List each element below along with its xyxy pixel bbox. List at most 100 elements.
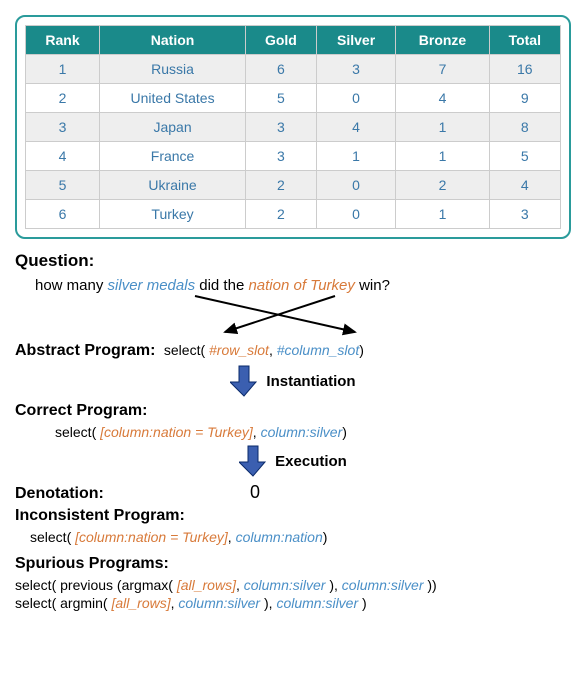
- th-total: Total: [489, 26, 560, 55]
- q-silver: silver medals: [108, 277, 196, 294]
- cell-silver: 0: [316, 200, 396, 229]
- th-gold: Gold: [246, 26, 317, 55]
- cell-rank: 1: [26, 55, 100, 84]
- table-row: 2United States5049: [26, 84, 561, 113]
- th-silver: Silver: [316, 26, 396, 55]
- instantiation-row: Instantiation: [15, 364, 571, 398]
- q-post: win?: [355, 277, 390, 294]
- cell-total: 9: [489, 84, 560, 113]
- ip-comma: ,: [228, 529, 236, 545]
- cell-silver: 4: [316, 113, 396, 142]
- cp-pre: select(: [55, 424, 100, 440]
- cell-rank: 4: [26, 142, 100, 171]
- q-mid: did the: [195, 277, 248, 294]
- cell-rank: 3: [26, 113, 100, 142]
- cp-comma: ,: [253, 424, 261, 440]
- cell-nation: United States: [100, 84, 246, 113]
- sp1-c2: column:silver: [342, 577, 424, 593]
- cell-nation: Turkey: [100, 200, 246, 229]
- cell-total: 8: [489, 113, 560, 142]
- spurious-label: Spurious Programs:: [15, 555, 169, 573]
- sp2-t1: select( argmin(: [15, 595, 111, 611]
- ap-rowslot: #row_slot: [209, 342, 269, 358]
- inconsistent-label: Inconsistent Program:: [15, 507, 185, 525]
- cell-gold: 2: [246, 171, 317, 200]
- ap-colslot: #column_slot: [277, 342, 360, 358]
- cell-bronze: 4: [396, 84, 489, 113]
- correct-program-label-line: Correct Program:: [15, 402, 571, 420]
- cell-total: 16: [489, 55, 560, 84]
- cp-row: [column:nation = Turkey]: [100, 424, 253, 440]
- inconsistent-label-line: Inconsistent Program:: [15, 507, 571, 525]
- cell-bronze: 7: [396, 55, 489, 84]
- question-text: how many silver medals did the nation of…: [35, 277, 571, 294]
- ap-close: ): [359, 342, 364, 358]
- ip-col: column:nation: [236, 529, 323, 545]
- sp1-t1: select( previous (argmax(: [15, 577, 177, 593]
- cell-gold: 6: [246, 55, 317, 84]
- spurious-label-line: Spurious Programs:: [15, 555, 571, 573]
- q-pre: how many: [35, 277, 108, 294]
- cell-total: 5: [489, 142, 560, 171]
- correct-program-code: select( [column:nation = Turkey], column…: [55, 424, 571, 440]
- sp1-t2: ,: [236, 577, 244, 593]
- cell-rank: 2: [26, 84, 100, 113]
- cell-nation: Russia: [100, 55, 246, 84]
- q-turkey: nation of Turkey: [248, 277, 354, 294]
- down-arrow-icon: [230, 364, 258, 398]
- spurious-line-1: select( previous (argmax( [all_rows], co…: [15, 577, 571, 593]
- th-bronze: Bronze: [396, 26, 489, 55]
- inconsistent-code: select( [column:nation = Turkey], column…: [30, 529, 571, 545]
- cell-rank: 5: [26, 171, 100, 200]
- ip-close: ): [323, 529, 328, 545]
- cell-gold: 5: [246, 84, 317, 113]
- instantiation-label: Instantiation: [266, 373, 355, 390]
- denotation-value: 0: [250, 482, 260, 503]
- question-label: Question:: [15, 251, 571, 271]
- cell-bronze: 2: [396, 171, 489, 200]
- cell-rank: 6: [26, 200, 100, 229]
- ap-comma: ,: [269, 342, 277, 358]
- cell-total: 4: [489, 171, 560, 200]
- ip-row: [column:nation = Turkey]: [75, 529, 228, 545]
- th-rank: Rank: [26, 26, 100, 55]
- execution-label: Execution: [275, 453, 347, 470]
- table-row: 6Turkey2013: [26, 200, 561, 229]
- down-arrow-icon: [239, 444, 267, 478]
- spurious-line-2: select( argmin( [all_rows], column:silve…: [15, 595, 571, 611]
- table-row: 3Japan3418: [26, 113, 561, 142]
- sp2-all: [all_rows]: [111, 595, 170, 611]
- cell-silver: 1: [316, 142, 396, 171]
- cell-total: 3: [489, 200, 560, 229]
- cell-nation: Japan: [100, 113, 246, 142]
- cell-silver: 0: [316, 84, 396, 113]
- cell-bronze: 1: [396, 113, 489, 142]
- sp2-t3: ),: [260, 595, 276, 611]
- ap-pre: select(: [164, 342, 209, 358]
- cell-silver: 3: [316, 55, 396, 84]
- execution-row: Execution: [15, 444, 571, 478]
- abstract-label: Abstract Program:: [15, 342, 160, 360]
- table-row: 1Russia63716: [26, 55, 561, 84]
- sp1-all: [all_rows]: [177, 577, 236, 593]
- cell-bronze: 1: [396, 142, 489, 171]
- th-nation: Nation: [100, 26, 246, 55]
- cell-bronze: 1: [396, 200, 489, 229]
- cell-gold: 3: [246, 142, 317, 171]
- sp2-c2: column:silver: [276, 595, 358, 611]
- table-row: 5Ukraine2024: [26, 171, 561, 200]
- sp2-c1: column:silver: [178, 595, 260, 611]
- sp2-t4: ): [358, 595, 367, 611]
- sp1-c1: column:silver: [244, 577, 326, 593]
- cp-col: column:silver: [261, 424, 343, 440]
- sp1-t4: )): [424, 577, 437, 593]
- cell-nation: France: [100, 142, 246, 171]
- sp1-t3: ),: [325, 577, 341, 593]
- cell-nation: Ukraine: [100, 171, 246, 200]
- denotation-label: Denotation:: [15, 485, 160, 503]
- cell-gold: 3: [246, 113, 317, 142]
- medal-table: Rank Nation Gold Silver Bronze Total 1Ru…: [25, 25, 561, 229]
- table-row: 4France3115: [26, 142, 561, 171]
- cross-arrows: [15, 298, 571, 338]
- denotation-line: Denotation: 0: [15, 482, 571, 503]
